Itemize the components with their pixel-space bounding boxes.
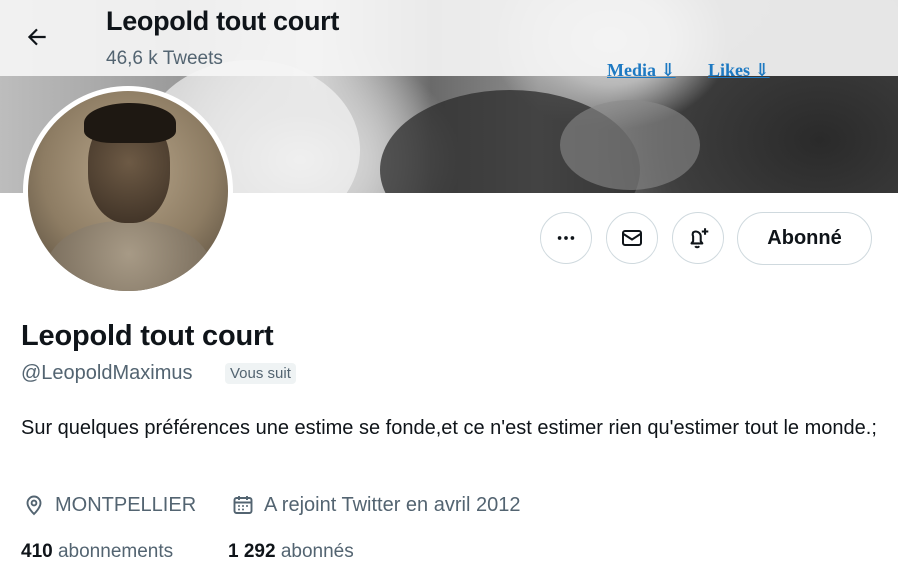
calendar-icon bbox=[233, 496, 253, 514]
notifications-button[interactable] bbox=[672, 212, 724, 264]
avatar-image bbox=[28, 91, 228, 291]
mail-icon bbox=[622, 230, 642, 246]
following-button[interactable]: Abonné bbox=[737, 212, 872, 265]
profile-handle: @LeopoldMaximus bbox=[21, 362, 193, 384]
arrow-left-icon bbox=[27, 28, 46, 46]
profile-joined: A rejoint Twitter en avril 2012 bbox=[231, 493, 520, 517]
avatar-hair bbox=[84, 103, 176, 143]
following-count: 410 bbox=[21, 541, 53, 562]
header-title: Leopold tout court bbox=[106, 6, 340, 36]
location-text: MONTPELLIER bbox=[55, 493, 197, 516]
location-pin-icon bbox=[26, 495, 42, 516]
more-icon bbox=[557, 236, 575, 240]
profile-location: MONTPELLIER bbox=[22, 493, 196, 517]
followers-stat[interactable]: 1 292 abonnés bbox=[228, 541, 354, 563]
more-button[interactable] bbox=[540, 212, 592, 264]
avatar-body bbox=[46, 221, 212, 291]
follows-you-badge: Vous suit bbox=[225, 363, 296, 384]
likes-link[interactable]: Likes ⇓ bbox=[708, 60, 770, 81]
followers-count: 1 292 bbox=[228, 541, 276, 562]
following-label: abonnements bbox=[57, 541, 174, 562]
followers-label: abonnés bbox=[280, 541, 354, 562]
profile-bio: Sur quelques préférences une estime se f… bbox=[21, 417, 877, 439]
message-button[interactable] bbox=[606, 212, 658, 264]
following-stat[interactable]: 410 abonnements bbox=[21, 541, 173, 563]
bell-plus-icon bbox=[690, 228, 709, 249]
media-link[interactable]: Media ⇓ bbox=[607, 60, 676, 81]
tweet-count: 46,6 k Tweets bbox=[106, 48, 223, 69]
profile-name: Leopold tout court bbox=[21, 320, 274, 352]
banner-shape bbox=[560, 100, 700, 190]
back-button[interactable] bbox=[22, 22, 52, 52]
joined-text: A rejoint Twitter en avril 2012 bbox=[264, 493, 521, 516]
avatar[interactable] bbox=[23, 86, 233, 296]
